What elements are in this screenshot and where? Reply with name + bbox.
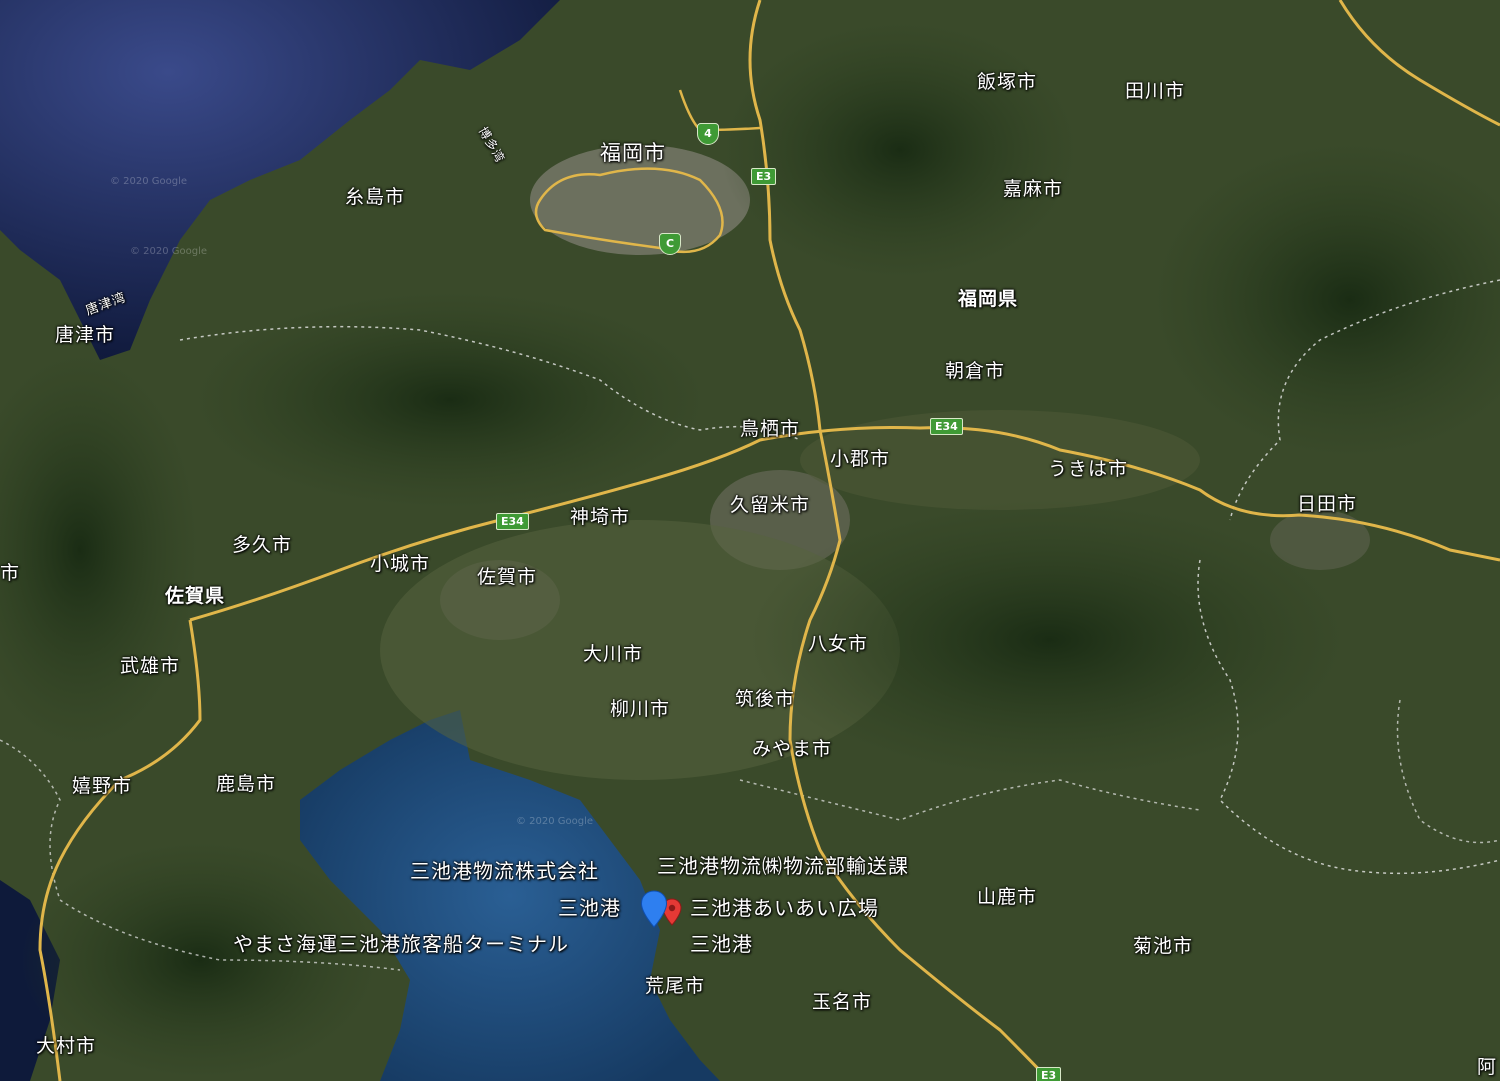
label-omura: 大村市 (36, 1035, 97, 1057)
label-hita: 日田市 (1297, 493, 1358, 515)
satellite-map[interactable]: 福岡県 佐賀県 福岡市 糸島市 唐津市 飯塚市 田川市 嘉麻市 朝倉市 鳥栖市 … (0, 0, 1500, 1081)
label-miyama: みやま市 (752, 738, 833, 760)
label-ogori: 小郡市 (830, 448, 891, 470)
label-kama: 嘉麻市 (1003, 178, 1064, 200)
label-yamaga: 山鹿市 (977, 886, 1038, 908)
shield-e34-east: E34 (930, 418, 963, 435)
poi-yamasa-terminal[interactable]: やまさ海運三池港旅客船ターミナル (233, 934, 569, 954)
label-kashima: 鹿島市 (216, 773, 277, 795)
label-ogi: 小城市 (370, 553, 431, 575)
poi-miike-logistics[interactable]: 三池港物流株式会社 (410, 861, 599, 881)
label-taku: 多久市 (232, 534, 293, 556)
label-okawa: 大川市 (583, 643, 644, 665)
label-fukuoka-city: 福岡市 (600, 141, 666, 165)
poi-aiai-plaza[interactable]: 三池港あいあい広場 (690, 898, 879, 918)
label-itoshima: 糸島市 (345, 186, 406, 208)
label-iizuka: 飯塚市 (977, 71, 1038, 93)
label-ukiha: うきは市 (1048, 458, 1129, 480)
copyright-watermark: © 2020 Google (516, 816, 594, 827)
label-kikuchi: 菊池市 (1133, 935, 1194, 957)
label-tagawa: 田川市 (1125, 80, 1186, 102)
shield-e3-south: E3 (1036, 1067, 1062, 1081)
label-tosu: 鳥栖市 (740, 418, 801, 440)
label-tamana: 玉名市 (812, 991, 873, 1013)
label-ureshino: 嬉野市 (72, 775, 133, 797)
shield-e3-north: E3 (751, 168, 777, 185)
label-asakura: 朝倉市 (945, 360, 1006, 382)
label-saga-city: 佐賀市 (477, 566, 538, 588)
label-kanzaki: 神埼市 (570, 506, 631, 528)
label-karatsu: 唐津市 (55, 324, 116, 346)
label-yame: 八女市 (808, 633, 869, 655)
shield-e34-west: E34 (496, 513, 529, 530)
label-fukuoka-prefecture: 福岡県 (958, 288, 1019, 310)
label-kurume: 久留米市 (730, 494, 811, 516)
shield-route-c: C (659, 233, 681, 255)
poi-miike-logistics-dept[interactable]: 三池港物流㈱物流部輸送課 (657, 856, 909, 876)
poi-miike-port[interactable]: 三池港 (690, 934, 753, 954)
poi-miike-port-selected[interactable]: 三池港 (558, 898, 621, 918)
label-edge-left: 市 (0, 562, 21, 584)
label-saga-prefecture: 佐賀県 (165, 585, 226, 607)
label-takeo: 武雄市 (120, 655, 181, 677)
label-chikugo: 筑後市 (735, 688, 796, 710)
shield-route-4: 4 (697, 123, 719, 145)
label-yanagawa: 柳川市 (610, 698, 671, 720)
copyright-watermark: © 2020 Google (130, 246, 208, 257)
map-pin-blue-icon[interactable] (640, 890, 668, 928)
label-edge-right: 阿 (1477, 1056, 1498, 1078)
label-arao: 荒尾市 (645, 975, 706, 997)
copyright-watermark: © 2020 Google (110, 176, 188, 187)
